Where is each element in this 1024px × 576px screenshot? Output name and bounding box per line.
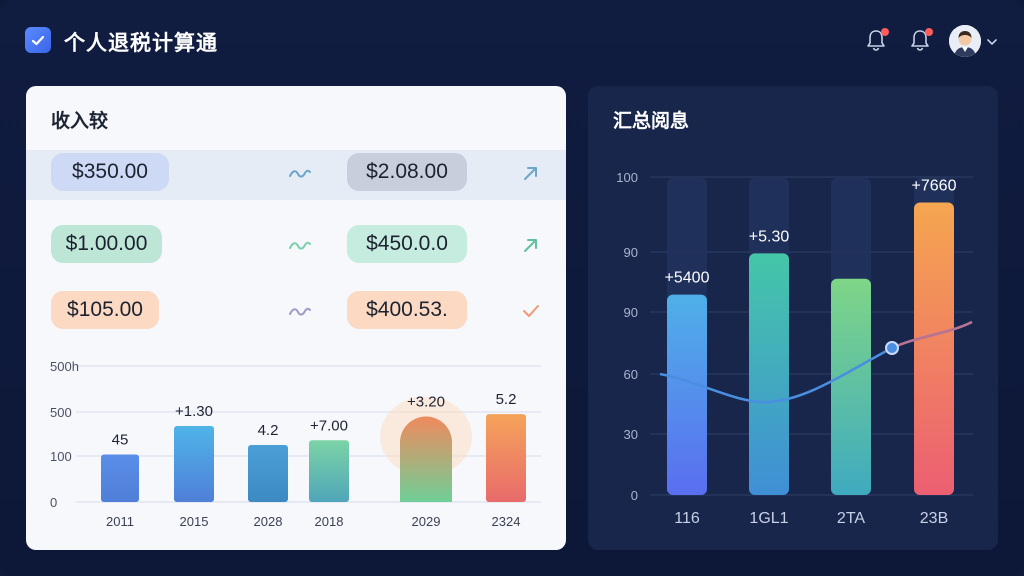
data-label: +3.20 [407, 394, 445, 411]
data-label: +7.00 [310, 417, 348, 434]
y-tick-label: 100 [616, 170, 638, 185]
data-label: 5.2 [496, 391, 517, 408]
data-label: +1.30 [175, 403, 213, 420]
y-tick-label: 100 [50, 449, 72, 464]
check-logo-icon [25, 27, 51, 53]
chart-bar [914, 202, 954, 495]
value-pill[interactable]: $2.08.00 [347, 153, 467, 191]
chevron-down-icon[interactable] [986, 33, 998, 47]
value-pill[interactable]: $450.0.0 [347, 225, 467, 263]
income-panel: 收入较 $350.00 $2.08.00 $1.00.00 $450.0.0 $… [26, 86, 566, 550]
notification-dot [925, 28, 933, 36]
bell-icon[interactable] [865, 28, 889, 54]
arrow-up-right-icon [519, 164, 543, 182]
chart-bar [101, 454, 139, 502]
app-window: 个人退税计算通 收入较 $350.00 $2.08.00 $1.00.00 $4… [0, 0, 1024, 576]
chart-bar [831, 278, 871, 495]
chart-bar [486, 414, 526, 502]
summary-panel: 0 30 60 90 90 100 +5400 116 +5.30 1GL1 2TA +7660 23B… [588, 86, 998, 550]
data-label: +7660 [912, 177, 957, 194]
value-pill[interactable]: $1.00.00 [51, 225, 162, 263]
data-label: 45 [112, 432, 129, 449]
app-title: 个人退税计算通 [64, 31, 218, 55]
x-tick-label: 2324 [492, 514, 521, 529]
y-tick-label: 90 [624, 305, 638, 320]
wave-icon [288, 302, 312, 320]
x-tick-label: 2018 [315, 514, 344, 529]
chart-bar [309, 440, 349, 502]
income-bar-chart: 0 100 500 500h 45 2011 +1.30 2015 4.2 2028 +7.00 20… [26, 356, 566, 550]
arrow-up-right-icon [519, 236, 543, 254]
y-tick-label: 500 [50, 405, 72, 420]
data-label: +5400 [665, 270, 710, 287]
x-tick-label: 2TA [837, 510, 865, 527]
y-tick-label: 0 [631, 488, 638, 503]
y-tick-label: 60 [624, 367, 638, 382]
avatar[interactable] [949, 25, 981, 57]
y-tick-label: 30 [624, 427, 638, 442]
value-pill[interactable]: $105.00 [51, 291, 159, 329]
x-tick-label: 2011 [106, 514, 134, 529]
x-tick-label: 23B [920, 510, 948, 527]
value-pill[interactable]: $350.00 [51, 153, 169, 191]
chart-bar [400, 416, 452, 502]
x-tick-label: 1GL1 [749, 510, 788, 527]
summary-bar-chart: 0 30 60 90 90 100 +5400 116 +5.30 1GL1 2TA +7660 23B [588, 86, 998, 550]
chart-bar [749, 253, 789, 495]
x-tick-label: 116 [674, 510, 700, 527]
x-tick-label: 2029 [412, 514, 441, 529]
trend-point[interactable] [885, 341, 899, 355]
data-label: 4.2 [258, 422, 279, 439]
chart-bar [667, 294, 707, 495]
notification-dot [881, 28, 889, 36]
x-tick-label: 2015 [180, 514, 209, 529]
value-pill[interactable]: $400.53. [347, 291, 467, 329]
y-tick-label: 90 [624, 245, 638, 260]
header: 个人退税计算通 [0, 0, 1024, 80]
panel-title: 收入较 [51, 110, 109, 132]
data-label: +5.30 [749, 228, 790, 245]
panel-title: 汇总阅息 [613, 110, 690, 132]
y-tick-label: 500h [50, 359, 79, 374]
x-tick-label: 2028 [254, 514, 283, 529]
chart-bar [174, 426, 214, 502]
wave-icon [288, 236, 312, 254]
chart-bar [248, 445, 288, 502]
y-tick-label: 0 [50, 495, 57, 510]
check-icon [519, 302, 543, 320]
wave-icon [288, 164, 312, 182]
bell-icon[interactable] [909, 28, 933, 54]
